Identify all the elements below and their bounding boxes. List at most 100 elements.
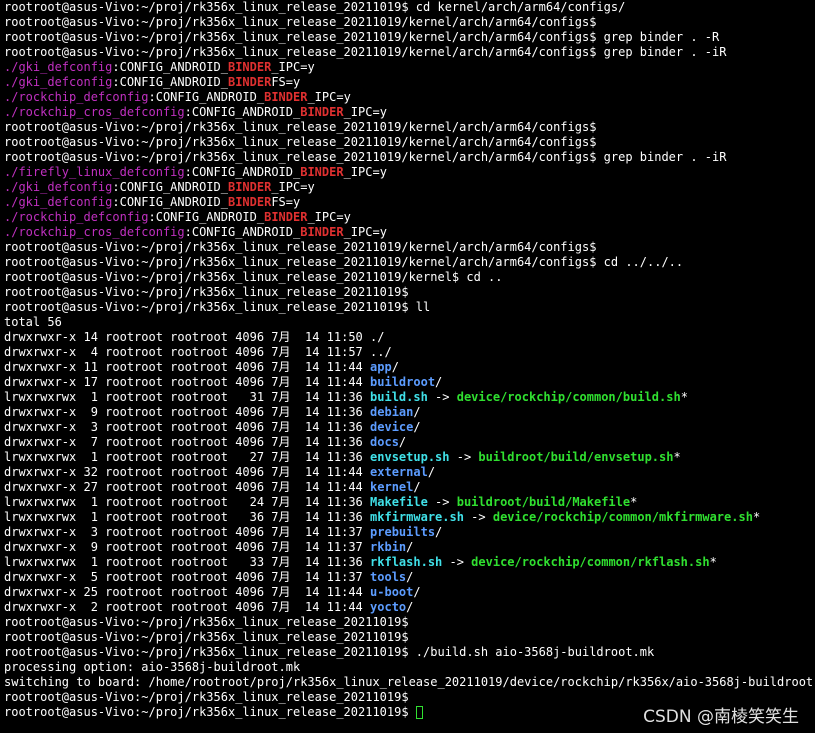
terminal-line: rootroot@asus-Vivo:~/proj/rk356x_linux_r… bbox=[4, 15, 815, 30]
terminal-text: drwxrwxr-x 4 rootroot rootroot 4096 7月 1… bbox=[4, 345, 392, 359]
terminal-line: ./rockchip_cros_defconfig:CONFIG_ANDROID… bbox=[4, 225, 815, 240]
terminal-line: lrwxrwxrwx 1 rootroot rootroot 33 7月 14 … bbox=[4, 555, 815, 570]
matched-file-path: ./gki_defconfig bbox=[4, 60, 113, 74]
matched-file-path: ./rockchip_defconfig bbox=[4, 210, 149, 224]
terminal-line: ./gki_defconfig:CONFIG_ANDROID_BINDER_IP… bbox=[4, 180, 815, 195]
terminal-line: drwxrwxr-x 3 rootroot rootroot 4096 7月 1… bbox=[4, 525, 815, 540]
symlink-target: device/rockchip/common/build.sh bbox=[456, 390, 681, 404]
terminal-line: drwxrwxr-x 27 rootroot rootroot 4096 7月 … bbox=[4, 480, 815, 495]
symlink-target: device/rockchip/common/mkfirmware.sh bbox=[492, 510, 753, 524]
terminal-text: drwxrwxr-x 27 rootroot rootroot 4096 7月 … bbox=[4, 480, 371, 494]
terminal-text: * bbox=[709, 555, 717, 569]
symlink-name: mkfirmware.sh bbox=[370, 510, 464, 524]
terminal-text: rootroot@asus-Vivo:~/proj/rk356x_linux_r… bbox=[4, 45, 727, 59]
terminal-text: drwxrwxr-x 14 rootroot rootroot 4096 7月 … bbox=[4, 330, 385, 344]
terminal-text: / bbox=[413, 480, 421, 494]
terminal-text: rootroot@asus-Vivo:~/proj/rk356x_linux_r… bbox=[4, 150, 727, 164]
terminal-text: :CONFIG_ANDROID_ bbox=[112, 195, 228, 209]
terminal-line: rootroot@asus-Vivo:~/proj/rk356x_linux_r… bbox=[4, 285, 815, 300]
terminal-output[interactable]: rootroot@asus-Vivo:~/proj/rk356x_linux_r… bbox=[0, 0, 815, 733]
terminal-text: drwxrwxr-x 11 rootroot rootroot 4096 7月 … bbox=[4, 360, 371, 374]
terminal-text: drwxrwxr-x 9 rootroot rootroot 4096 7月 1… bbox=[4, 405, 371, 419]
terminal-text: lrwxrwxrwx 1 rootroot rootroot 36 7月 14 … bbox=[4, 510, 371, 524]
terminal-text: drwxrwxr-x 2 rootroot rootroot 4096 7月 1… bbox=[4, 600, 371, 614]
terminal-line: total 56 bbox=[4, 315, 815, 330]
directory-name: yocto bbox=[370, 600, 407, 614]
terminal-text: _IPC=y bbox=[343, 165, 387, 179]
terminal-text: FS=y bbox=[271, 195, 301, 209]
terminal-line: rootroot@asus-Vivo:~/proj/rk356x_linux_r… bbox=[4, 120, 815, 135]
terminal-text: / bbox=[435, 525, 443, 539]
match-highlight: BINDER bbox=[300, 225, 344, 239]
matched-file-path: ./rockchip_defconfig bbox=[4, 90, 149, 104]
terminal-text: -> bbox=[449, 450, 479, 464]
terminal-text: / bbox=[398, 435, 407, 449]
terminal-text: :CONFIG_ANDROID_ bbox=[148, 90, 265, 104]
terminal-text: / bbox=[406, 570, 414, 584]
matched-file-path: ./gki_defconfig bbox=[4, 195, 113, 209]
match-highlight: BINDER bbox=[264, 90, 308, 104]
terminal-text: rootroot@asus-Vivo:~/proj/rk356x_linux_r… bbox=[4, 705, 416, 719]
terminal-line: ./rockchip_defconfig:CONFIG_ANDROID_BIND… bbox=[4, 90, 815, 105]
terminal-line: ./gki_defconfig:CONFIG_ANDROID_BINDERFS=… bbox=[4, 75, 815, 90]
terminal-text: drwxrwxr-x 25 rootroot rootroot 4096 7月 … bbox=[4, 585, 371, 599]
terminal-line: drwxrwxr-x 11 rootroot rootroot 4096 7月 … bbox=[4, 360, 815, 375]
terminal-text: lrwxrwxrwx 1 rootroot rootroot 33 7月 14 … bbox=[4, 555, 371, 569]
terminal-text: drwxrwxr-x 9 rootroot rootroot 4096 7月 1… bbox=[4, 540, 371, 554]
terminal-text: _IPC=y bbox=[343, 225, 387, 239]
terminal-line: rootroot@asus-Vivo:~/proj/rk356x_linux_r… bbox=[4, 30, 815, 45]
terminal-text: / bbox=[427, 465, 436, 479]
matched-file-path: ./rockchip_cros_defconfig bbox=[4, 225, 185, 239]
symlink-name: Makefile bbox=[370, 495, 428, 509]
terminal-text: :CONFIG_ANDROID_ bbox=[148, 210, 265, 224]
terminal-line: rootroot@asus-Vivo:~/proj/rk356x_linux_r… bbox=[4, 240, 815, 255]
terminal-line: rootroot@asus-Vivo:~/proj/rk356x_linux_r… bbox=[4, 150, 815, 165]
terminal-line: drwxrwxr-x 7 rootroot rootroot 4096 7月 1… bbox=[4, 435, 815, 450]
terminal-text: * bbox=[680, 390, 688, 404]
terminal-text: processing option: aio-3568j-buildroot.m… bbox=[4, 660, 301, 674]
terminal-text: rootroot@asus-Vivo:~/proj/rk356x_linux_r… bbox=[4, 615, 409, 629]
terminal-text: * bbox=[673, 450, 681, 464]
match-highlight: BINDER bbox=[300, 105, 344, 119]
terminal-text: rootroot@asus-Vivo:~/proj/rk356x_linux_r… bbox=[4, 120, 597, 134]
terminal-text: lrwxrwxrwx 1 rootroot rootroot 27 7月 14 … bbox=[4, 450, 371, 464]
terminal-text: _IPC=y bbox=[307, 210, 351, 224]
terminal-line: ./gki_defconfig:CONFIG_ANDROID_BINDER_IP… bbox=[4, 60, 815, 75]
matched-file-path: ./gki_defconfig bbox=[4, 180, 113, 194]
match-highlight: BINDER bbox=[300, 165, 344, 179]
terminal-text: * bbox=[630, 495, 638, 509]
terminal-text: :CONFIG_ANDROID_ bbox=[184, 225, 301, 239]
terminal-text: drwxrwxr-x 7 rootroot rootroot 4096 7月 1… bbox=[4, 435, 371, 449]
symlink-target: buildroot/build/Makefile bbox=[456, 495, 631, 509]
match-highlight: BINDER bbox=[227, 180, 272, 194]
terminal-text: drwxrwxr-x 3 rootroot rootroot 4096 7月 1… bbox=[4, 525, 371, 539]
terminal-line: ./rockchip_defconfig:CONFIG_ANDROID_BIND… bbox=[4, 210, 815, 225]
terminal-text: :CONFIG_ANDROID_ bbox=[184, 165, 301, 179]
directory-name: external bbox=[370, 465, 428, 479]
terminal-line: drwxrwxr-x 9 rootroot rootroot 4096 7月 1… bbox=[4, 405, 815, 420]
terminal-line: lrwxrwxrwx 1 rootroot rootroot 24 7月 14 … bbox=[4, 495, 815, 510]
terminal-text: drwxrwxr-x 32 rootroot rootroot 4096 7月 … bbox=[4, 465, 371, 479]
terminal-line: drwxrwxr-x 4 rootroot rootroot 4096 7月 1… bbox=[4, 345, 815, 360]
terminal-text: rootroot@asus-Vivo:~/proj/rk356x_linux_r… bbox=[4, 0, 626, 14]
terminal-text: FS=y bbox=[271, 75, 301, 89]
terminal-text: _IPC=y bbox=[343, 105, 387, 119]
terminal-text: rootroot@asus-Vivo:~/proj/rk356x_linux_r… bbox=[4, 690, 409, 704]
symlink-name: rkflash.sh bbox=[370, 555, 443, 569]
directory-name: kernel bbox=[370, 480, 414, 494]
symlink-target: device/rockchip/common/rkflash.sh bbox=[471, 555, 710, 569]
terminal-text: :CONFIG_ANDROID_ bbox=[112, 60, 228, 74]
terminal-line: drwxrwxr-x 3 rootroot rootroot 4096 7月 1… bbox=[4, 420, 815, 435]
matched-file-path: ./gki_defconfig bbox=[4, 75, 113, 89]
terminal-line: lrwxrwxrwx 1 rootroot rootroot 36 7月 14 … bbox=[4, 510, 815, 525]
watermark: CSDN @南棱笑笑生 bbox=[643, 707, 799, 727]
terminal-line: drwxrwxr-x 17 rootroot rootroot 4096 7月 … bbox=[4, 375, 815, 390]
terminal-text: rootroot@asus-Vivo:~/proj/rk356x_linux_r… bbox=[4, 135, 597, 149]
terminal-text: / bbox=[406, 540, 414, 554]
match-highlight: BINDER bbox=[227, 60, 272, 74]
terminal-line: rootroot@asus-Vivo:~/proj/rk356x_linux_r… bbox=[4, 645, 815, 660]
terminal-text: rootroot@asus-Vivo:~/proj/rk356x_linux_r… bbox=[4, 30, 720, 44]
terminal-text: drwxrwxr-x 17 rootroot rootroot 4096 7月 … bbox=[4, 375, 371, 389]
terminal-line: rootroot@asus-Vivo:~/proj/rk356x_linux_r… bbox=[4, 270, 815, 285]
terminal-line: ./gki_defconfig:CONFIG_ANDROID_BINDERFS=… bbox=[4, 195, 815, 210]
